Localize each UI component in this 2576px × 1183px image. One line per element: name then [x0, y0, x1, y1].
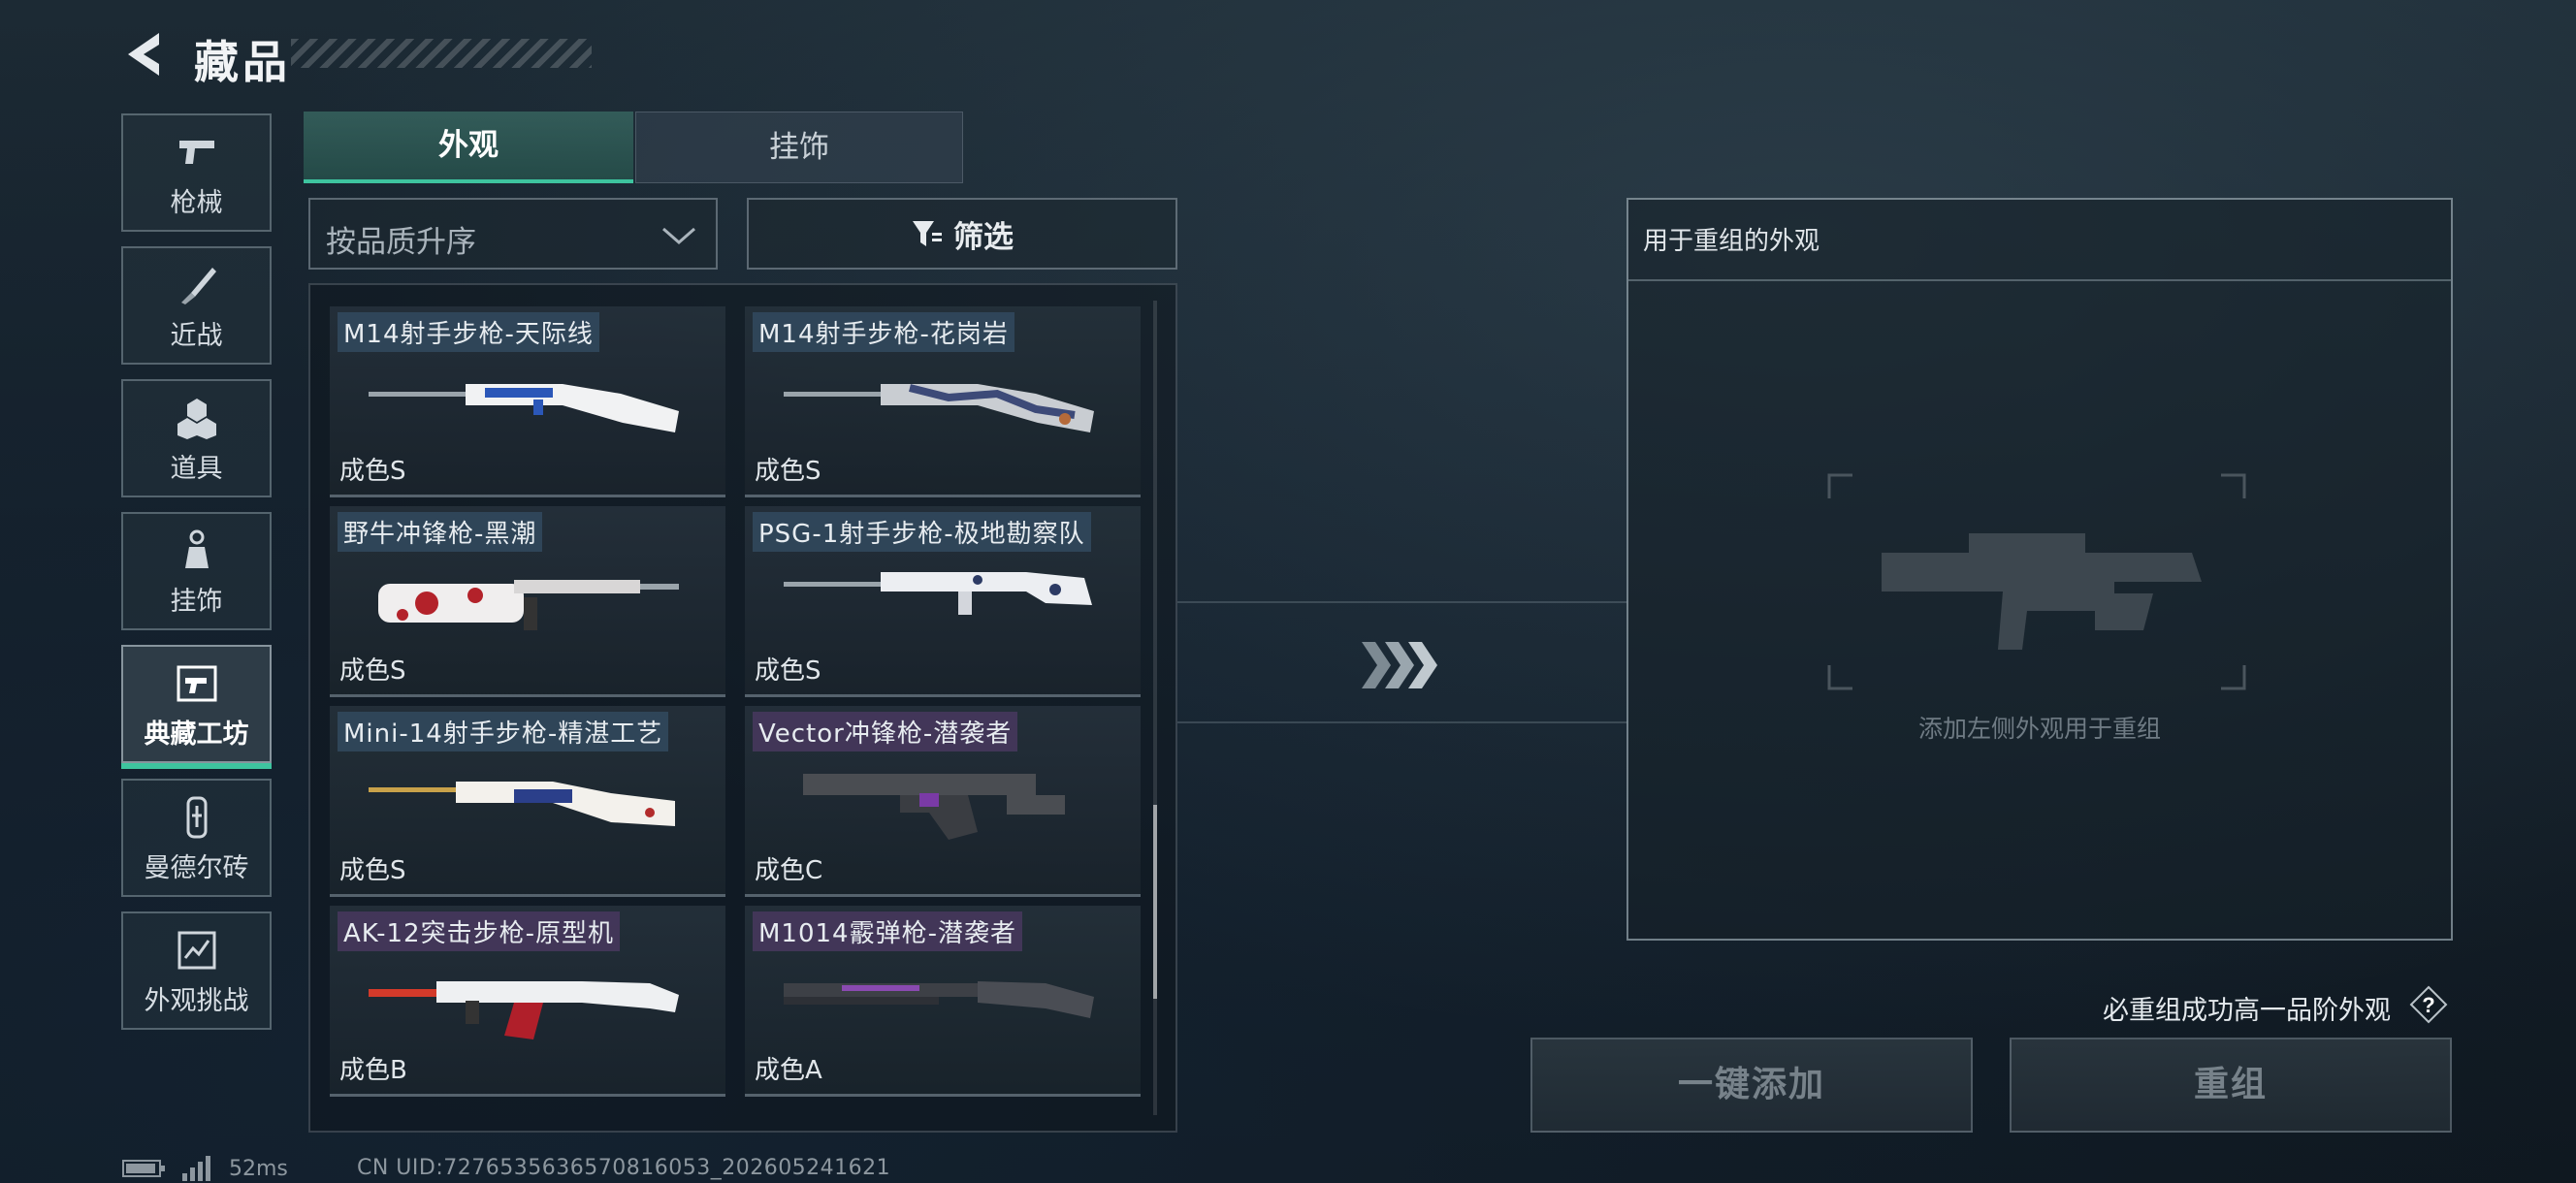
sidebar-item-label: 典藏工坊 — [144, 719, 249, 750]
add-all-button[interactable]: 一键添加 — [1530, 1038, 1973, 1133]
smg-image — [803, 774, 1065, 840]
sidebar-item-label: 挂饰 — [170, 587, 223, 617]
connector-line — [1177, 601, 1304, 603]
connector-line — [1177, 721, 1627, 723]
title-decoration — [291, 39, 592, 68]
panel-divider — [1628, 279, 2451, 281]
status-bar: 52ms — [122, 1156, 288, 1181]
skin-list[interactable]: M14射手步枪-天际线 成色S M14射手步枪-花岗岩 成色S 野牛冲锋枪-黑潮… — [308, 283, 1177, 1133]
question-icon: ? — [2409, 985, 2448, 1024]
item-name: Mini-14射手步枪-精湛工艺 — [338, 712, 669, 751]
sidebar-item-label: 近战 — [170, 321, 223, 351]
svg-text:?: ? — [2422, 993, 2434, 1017]
battery-icon — [122, 1160, 165, 1177]
item-quality: 成色C — [755, 856, 823, 885]
item-name: M1014霰弹枪-潜袭者 — [753, 911, 1022, 951]
sidebar-item-items[interactable]: 道具 — [121, 379, 272, 497]
list-item[interactable]: M14射手步枪-天际线 成色S — [330, 306, 725, 497]
item-name: M14射手步枪-花岗岩 — [753, 312, 1014, 352]
item-name: Vector冲锋枪-潜袭者 — [753, 712, 1018, 751]
grenade-icon — [177, 399, 216, 439]
panel-title: 用于重组的外观 — [1643, 227, 1820, 256]
connector-line — [1304, 601, 1627, 603]
transfer-arrows-icon — [1358, 636, 1441, 698]
smg-image — [378, 580, 679, 630]
reform-button[interactable]: 重组 — [2010, 1038, 2452, 1133]
filter-button[interactable]: 筛选 — [747, 198, 1177, 270]
list-item[interactable]: M14射手步枪-花岗岩 成色S — [745, 306, 1141, 497]
uid-text: CN UID:7276535636570816053_202605241621 — [357, 1156, 891, 1180]
filter-icon — [913, 221, 942, 246]
item-quality: 成色S — [339, 457, 406, 486]
filter-label: 筛选 — [953, 219, 1014, 255]
rifle-image — [369, 782, 675, 826]
item-quality: 成色S — [755, 656, 821, 686]
list-item[interactable]: M1014霰弹枪-潜袭者 成色A — [745, 906, 1141, 1097]
back-button[interactable] — [120, 29, 171, 80]
sidebar-item-melee[interactable]: 近战 — [121, 246, 272, 365]
list-item[interactable]: 野牛冲锋枪-黑潮 成色S — [330, 506, 725, 697]
item-name: 野牛冲锋枪-黑潮 — [338, 512, 543, 552]
item-quality: 成色B — [339, 1056, 407, 1085]
sort-value: 按品质升序 — [326, 225, 476, 260]
list-item[interactable]: Mini-14射手步枪-精湛工艺 成色S — [330, 706, 725, 897]
workshop-icon — [177, 665, 216, 702]
keychain-icon — [184, 529, 209, 568]
item-name: M14射手步枪-天际线 — [338, 312, 599, 352]
reform-guarantee-note: 必重组成功高一品阶外观 — [2103, 996, 2391, 1026]
chevron-down-icon — [662, 227, 695, 244]
pistol-icon — [178, 141, 214, 164]
sidebar-item-workshop[interactable]: 典藏工坊 — [121, 645, 272, 769]
list-item[interactable]: PSG-1射手步枪-极地勘察队 成色S — [745, 506, 1141, 697]
sidebar-item-label: 道具 — [170, 454, 223, 484]
knife-icon — [180, 268, 216, 304]
tab-appearance[interactable]: 外观 — [304, 112, 633, 183]
list-item[interactable]: Vector冲锋枪-潜袭者 成色C — [745, 706, 1141, 897]
challenge-icon — [177, 931, 215, 970]
tab-pendant[interactable]: 挂饰 — [635, 112, 963, 183]
sidebar-item-skin-challenge[interactable]: 外观挑战 — [121, 911, 272, 1030]
item-quality: 成色S — [755, 457, 821, 486]
rifle-image — [369, 384, 679, 432]
item-name: PSG-1射手步枪-极地勘察队 — [753, 512, 1091, 552]
sidebar-item-guns[interactable]: 枪械 — [121, 113, 272, 232]
item-quality: 成色S — [339, 656, 406, 686]
signal-icon — [182, 1156, 210, 1181]
sort-dropdown[interactable]: 按品质升序 — [308, 198, 718, 270]
sidebar-item-label: 枪械 — [170, 188, 223, 218]
brick-icon — [186, 796, 207, 839]
shotgun-image — [784, 981, 1094, 1018]
list-item[interactable]: AK-12突击步枪-原型机 成色B — [330, 906, 725, 1097]
help-button[interactable]: ? — [2409, 985, 2448, 1024]
rifle-image — [784, 384, 1094, 432]
item-quality: 成色S — [339, 856, 406, 885]
empty-slot-rifle-icon — [1823, 465, 2250, 702]
item-quality: 成色A — [755, 1056, 822, 1085]
sidebar-item-label: 外观挑战 — [144, 986, 249, 1016]
rifle-image — [369, 981, 679, 1039]
sidebar-item-label: 曼德尔砖 — [144, 853, 249, 883]
rifle-image — [784, 572, 1092, 615]
page-title: 藏品 — [194, 36, 291, 88]
panel-hint: 添加左侧外观用于重组 — [1917, 715, 2161, 743]
sidebar-item-mandel-brick[interactable]: 曼德尔砖 — [121, 779, 272, 897]
item-name: AK-12突击步枪-原型机 — [338, 911, 620, 951]
back-arrow-icon — [128, 33, 159, 76]
sidebar-item-pendants[interactable]: 挂饰 — [121, 512, 272, 630]
ping-text: 52ms — [229, 1156, 288, 1181]
scrollbar-thumb[interactable] — [1153, 805, 1157, 999]
